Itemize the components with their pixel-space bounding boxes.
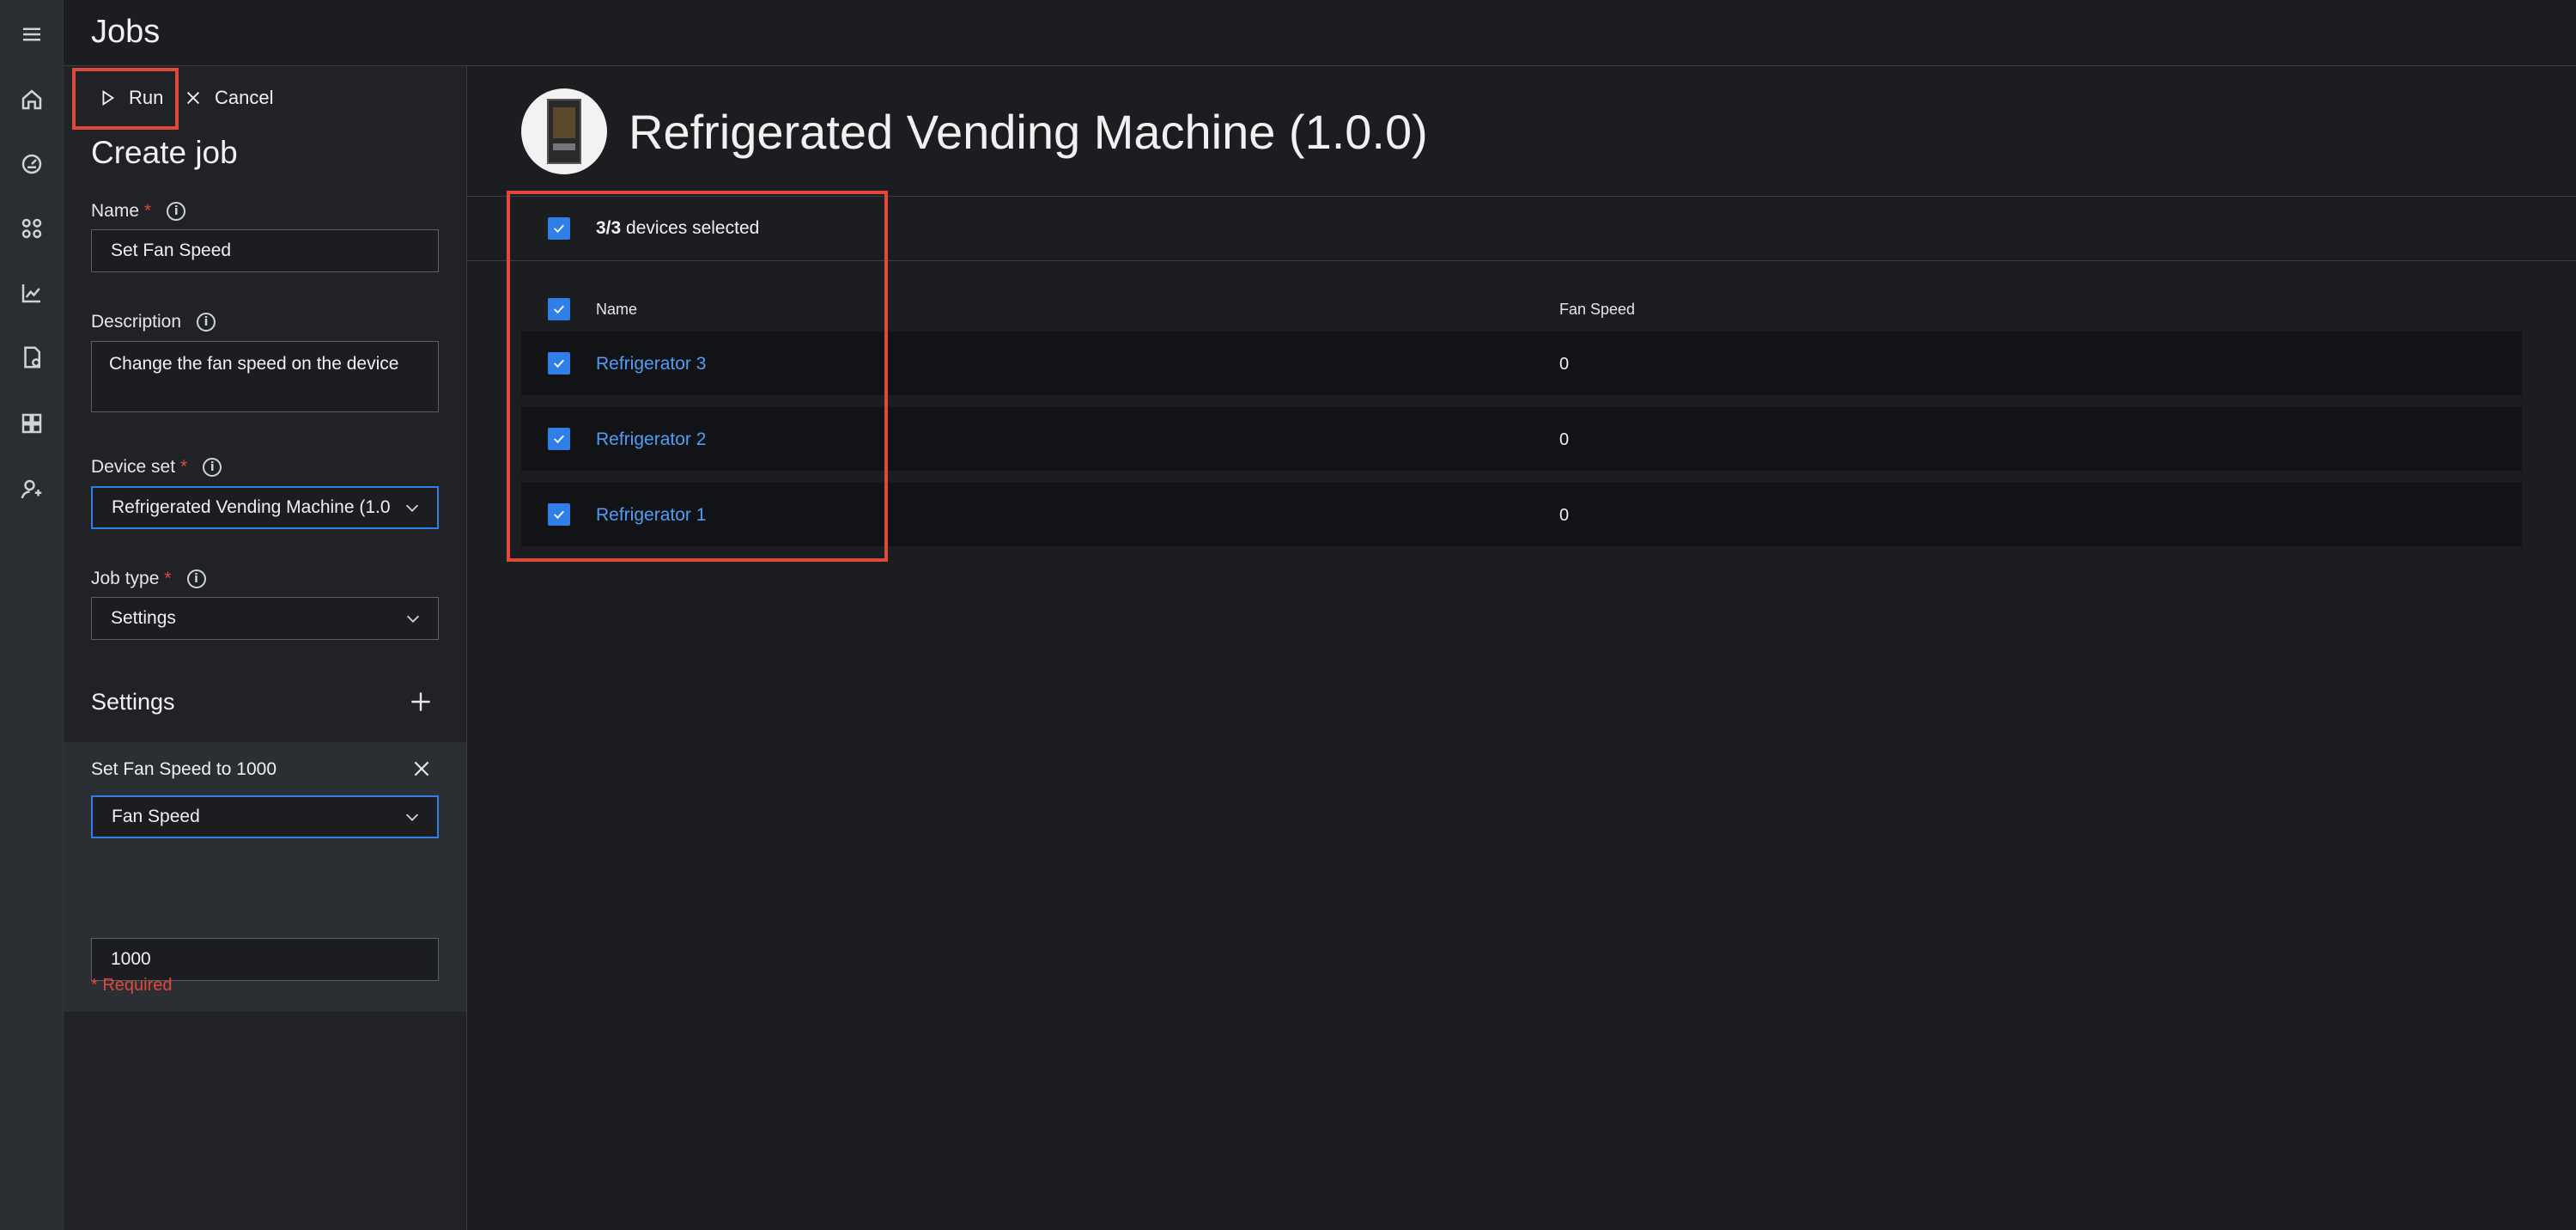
chevron-down-icon xyxy=(403,498,422,517)
setting-property-dropdown[interactable]: Fan Speed xyxy=(91,795,439,838)
chevron-down-icon xyxy=(404,609,422,628)
setting-property-value: Fan Speed xyxy=(112,807,200,826)
name-label: Name * i xyxy=(91,201,186,222)
setting-value-field[interactable]: 1000 xyxy=(91,938,439,981)
left-nav-rail xyxy=(0,0,64,1230)
setting-item-card: Set Fan Speed to 1000 Fan Speed 1000 xyxy=(64,742,466,1012)
info-icon[interactable]: i xyxy=(203,458,222,477)
close-icon xyxy=(186,91,200,105)
fan-speed-cell: 0 xyxy=(1559,355,1570,374)
main-content: Refrigerated Vending Machine (1.0.0) 3/3… xyxy=(467,66,2576,1230)
settings-heading: Settings xyxy=(91,689,175,715)
description-label: Description i xyxy=(91,312,216,332)
setting-item-title: Set Fan Speed to 1000 xyxy=(91,759,276,779)
description-label-text: Description xyxy=(91,312,182,332)
cancel-button-label: Cancel xyxy=(215,87,274,108)
create-job-panel: Run Cancel Create job Name * i Set Fan S… xyxy=(64,66,467,1230)
name-field-value: Set Fan Speed xyxy=(111,241,232,260)
page-title: Jobs xyxy=(91,14,161,50)
devices-icon[interactable] xyxy=(16,213,47,244)
info-icon[interactable]: i xyxy=(186,569,206,588)
job-type-label-text: Job type xyxy=(91,569,160,588)
device-template-avatar xyxy=(521,88,607,174)
chevron-down-icon xyxy=(403,807,422,826)
name-field[interactable]: Set Fan Speed xyxy=(91,229,439,272)
app-settings-icon[interactable] xyxy=(16,408,47,439)
device-set-label-text: Device set xyxy=(91,457,176,477)
device-selection-highlight xyxy=(507,191,888,562)
job-type-dropdown[interactable]: Settings xyxy=(91,597,439,640)
fan-speed-cell: 0 xyxy=(1559,506,1570,525)
dashboard-icon[interactable] xyxy=(16,149,47,180)
setting-value-text: 1000 xyxy=(111,949,151,969)
play-icon xyxy=(102,89,115,107)
admin-icon[interactable] xyxy=(16,474,47,505)
info-icon[interactable]: i xyxy=(197,313,216,332)
cancel-button[interactable]: Cancel xyxy=(184,87,273,109)
run-button-label: Run xyxy=(129,87,164,108)
plus-icon[interactable] xyxy=(407,688,434,715)
fan-speed-cell: 0 xyxy=(1559,430,1570,449)
required-marker: * xyxy=(164,569,172,588)
close-icon[interactable] xyxy=(410,758,433,780)
vending-machine-icon xyxy=(547,99,581,164)
description-field-value: Change the fan speed on the device xyxy=(109,354,399,374)
device-set-dropdown[interactable]: Refrigerated Vending Machine (1.0 xyxy=(91,486,439,529)
device-set-label: Device set * i xyxy=(91,457,222,478)
menu-icon[interactable] xyxy=(16,19,47,50)
analytics-icon[interactable] xyxy=(16,277,47,308)
run-button[interactable]: Run xyxy=(98,87,163,109)
required-note: * Required xyxy=(91,976,173,995)
device-set-value: Refrigerated Vending Machine (1.0 xyxy=(112,497,391,517)
top-bar: Jobs xyxy=(64,0,2576,66)
required-marker: * xyxy=(180,457,188,477)
column-header-fan-speed[interactable]: Fan Speed xyxy=(1559,301,1635,319)
home-icon[interactable] xyxy=(16,84,47,115)
job-type-label: Job type * i xyxy=(91,569,206,589)
description-field[interactable]: Change the fan speed on the device xyxy=(91,341,439,412)
required-marker: * xyxy=(144,201,152,221)
device-template-title: Refrigerated Vending Machine (1.0.0) xyxy=(629,105,1428,159)
job-type-value: Settings xyxy=(111,608,176,628)
info-icon[interactable]: i xyxy=(167,202,186,221)
form-heading: Create job xyxy=(91,135,238,170)
name-label-text: Name xyxy=(91,201,140,221)
jobs-icon[interactable] xyxy=(16,342,47,373)
